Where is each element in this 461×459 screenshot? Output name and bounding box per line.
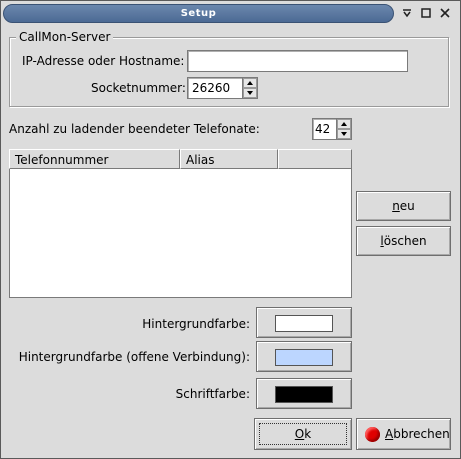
- background-color-button[interactable]: [256, 307, 352, 338]
- background-color-label: Hintergrundfarbe:: [142, 317, 250, 331]
- open-connection-color-swatch: [275, 349, 333, 366]
- host-label: IP-Adresse oder Hostname:: [22, 54, 185, 68]
- new-button-label: eu: [399, 199, 415, 213]
- delete-button[interactable]: löschen: [356, 226, 451, 256]
- column-header-alias[interactable]: Alias: [180, 149, 278, 169]
- open-connection-color-label: Hintergrundfarbe (offene Verbindung):: [18, 350, 250, 364]
- open-connection-color-button[interactable]: [256, 341, 352, 372]
- ok-focus-ring: [259, 423, 347, 445]
- new-button[interactable]: neu: [356, 191, 451, 221]
- cancel-icon: [365, 427, 380, 442]
- socket-spin-buttons[interactable]: [242, 78, 257, 98]
- phone-alias-table[interactable]: [9, 149, 352, 298]
- maximize-button[interactable]: [419, 7, 433, 21]
- cancel-button[interactable]: Abbrechen: [356, 418, 451, 450]
- column-header-phone[interactable]: Telefonnummer: [9, 149, 180, 169]
- host-input[interactable]: [187, 50, 408, 72]
- calls-count-value[interactable]: 42: [313, 119, 336, 139]
- minimize-icon: [400, 8, 414, 18]
- calls-count-label: Anzahl zu ladender beendeter Telefonate:: [9, 122, 260, 136]
- close-icon: [438, 8, 452, 18]
- ok-button[interactable]: Ok: [254, 418, 352, 450]
- calls-spin-up[interactable]: [337, 119, 351, 129]
- background-color-swatch: [275, 315, 333, 332]
- socket-spinbox[interactable]: 26260: [187, 77, 258, 99]
- cancel-button-label: bbrechen: [393, 427, 450, 441]
- calls-spin-buttons[interactable]: [336, 119, 351, 139]
- font-color-swatch: [275, 386, 333, 403]
- arrow-down-icon: [341, 132, 347, 136]
- font-color-button[interactable]: [256, 378, 352, 409]
- arrow-up-icon: [341, 122, 347, 126]
- arrow-up-icon: [247, 81, 253, 85]
- close-button[interactable]: [438, 7, 452, 21]
- minimize-button[interactable]: [400, 7, 414, 21]
- cancel-button-accel: A: [385, 427, 394, 441]
- new-button-accel: n: [392, 199, 400, 213]
- socket-value[interactable]: 26260: [188, 78, 242, 98]
- column-header-extra[interactable]: [278, 149, 352, 169]
- server-group-label: CallMon-Server: [16, 29, 114, 45]
- socket-spin-up[interactable]: [243, 78, 257, 88]
- delete-button-label: öschen: [383, 234, 427, 248]
- socket-label: Socketnummer:: [91, 81, 186, 95]
- calls-count-spinbox[interactable]: 42: [312, 118, 352, 140]
- socket-spin-down[interactable]: [243, 88, 257, 98]
- calls-spin-down[interactable]: [337, 129, 351, 139]
- font-color-label: Schriftfarbe:: [175, 387, 250, 401]
- window-title: Setup: [180, 8, 217, 19]
- arrow-down-icon: [247, 91, 253, 95]
- maximize-icon: [419, 8, 433, 18]
